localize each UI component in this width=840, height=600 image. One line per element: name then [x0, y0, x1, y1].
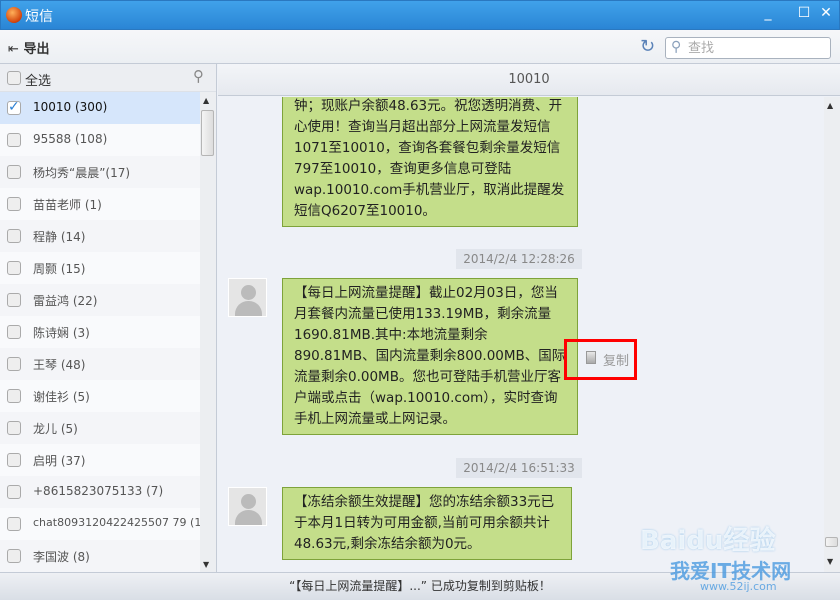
close-button[interactable]: ✕ — [817, 5, 835, 23]
minimize-button[interactable]: _ — [759, 5, 777, 23]
copy-label: 复制 — [603, 354, 630, 369]
contact-name: 95588 (108) — [33, 132, 108, 146]
contact-name: 周颢 (15) — [33, 262, 86, 276]
export-button[interactable]: ⇤ 导出 — [8, 38, 49, 57]
checkbox[interactable] — [7, 357, 21, 371]
list-item[interactable]: ✓ 10010 (300) — [0, 92, 200, 124]
contact-name: 启明 (37) — [33, 454, 86, 468]
contact-name: 杨均秀“晨晨”(17) — [33, 166, 131, 180]
maximize-button[interactable]: ☐ — [795, 5, 813, 23]
list-item[interactable]: 启明 (37) — [0, 444, 200, 476]
message-text: 钟；现账户余额48.63元。祝您透明消费、开心使用！查询当月超出部分上网流量发短… — [294, 98, 565, 219]
scrollbar-thumb[interactable] — [825, 537, 838, 547]
select-all-row[interactable]: 全选 ⚲ — [0, 64, 216, 92]
conversation-sidebar: 全选 ⚲ ✓ 10010 (300) 95588 (108) 杨均秀“晨晨”(17… — [0, 64, 217, 572]
contact-name: chat8093120422425507 79 (1) — [33, 516, 206, 529]
list-item[interactable]: 杨均秀“晨晨”(17) — [0, 156, 200, 188]
document-icon — [586, 351, 596, 364]
contact-name: 王琴 (48) — [33, 358, 86, 372]
status-bar: “【每日上网流量提醒】...” 已成功复制到剪贴板！ — [0, 572, 840, 600]
search-icon: ⚲ — [671, 39, 682, 55]
checkbox[interactable] — [7, 421, 21, 435]
refresh-icon[interactable]: ↻ — [640, 36, 655, 57]
checkbox[interactable] — [7, 133, 21, 147]
checkbox[interactable] — [7, 389, 21, 403]
scroll-up-icon[interactable]: ▲ — [203, 96, 209, 105]
contact-name: 龙儿 (5) — [33, 422, 78, 436]
checkbox[interactable] — [7, 261, 21, 275]
copy-button[interactable]: 复制 — [564, 339, 637, 380]
list-item[interactable]: 陈诗娴 (3) — [0, 316, 200, 348]
list-item[interactable]: chat8093120422425507 79 (1) — [0, 508, 206, 540]
checkbox[interactable] — [7, 197, 21, 211]
contact-name: 程静 (14) — [33, 230, 86, 244]
contact-name: 10010 (300) — [33, 100, 108, 114]
scroll-down-icon[interactable]: ▼ — [827, 557, 833, 566]
list-item[interactable]: 苗苗老师 (1) — [0, 188, 200, 220]
list-item[interactable]: 王琴 (48) — [0, 348, 200, 380]
list-item[interactable]: 李国波 (8) — [0, 540, 200, 572]
contact-name: +8615823075133 (7) — [33, 484, 164, 498]
toolbar: ⇤ 导出 ↻ ⚲ — [0, 30, 840, 64]
timestamp: 2014/2/4 12:28:26 — [456, 249, 582, 269]
contact-name: 苗苗老师 (1) — [33, 198, 102, 212]
app-logo-icon — [6, 7, 22, 23]
conversation-list: ✓ 10010 (300) 95588 (108) 杨均秀“晨晨”(17) 苗苗老… — [0, 92, 206, 572]
search-box[interactable]: ⚲ — [665, 37, 831, 59]
list-item[interactable]: 周颢 (15) — [0, 252, 200, 284]
message-bubble[interactable]: 【冻结余额生效提醒】您的冻结余额33元已于本月1日转为可用金额,当前可用余额共计… — [282, 487, 572, 560]
export-icon: ⇤ — [8, 42, 19, 57]
list-item[interactable]: 谢佳衫 (5) — [0, 380, 200, 412]
status-text: “【每日上网流量提醒】...” 已成功复制到剪贴板！ — [289, 579, 551, 593]
list-item[interactable]: +8615823075133 (7) — [0, 476, 200, 508]
chat-scrollbar[interactable]: ▲ ▼ — [824, 97, 840, 572]
contact-name: 李国波 (8) — [33, 550, 90, 564]
search-input[interactable] — [688, 40, 826, 55]
checkbox[interactable] — [7, 485, 21, 499]
checkbox-checked[interactable]: ✓ — [7, 100, 21, 115]
scrollbar-thumb[interactable] — [201, 110, 214, 156]
select-all-checkbox[interactable] — [7, 71, 21, 85]
scroll-down-icon[interactable]: ▼ — [203, 560, 209, 569]
conversation-header: 10010 — [218, 64, 840, 96]
title-bar: 短信 _ ☐ ✕ — [0, 0, 840, 30]
message-text: 【冻结余额生效提醒】您的冻结余额33元已于本月1日转为可用金额,当前可用余额共计… — [294, 494, 555, 552]
sidebar-scrollbar[interactable]: ▲ ▼ — [200, 92, 216, 572]
list-item[interactable]: 龙儿 (5) — [0, 412, 200, 444]
checkbox[interactable] — [7, 229, 21, 243]
contact-name: 陈诗娴 (3) — [33, 326, 90, 340]
list-item[interactable]: 95588 (108) — [0, 124, 200, 156]
message-text: 【每日上网流量提醒】截止02月03日，您当月套餐内流量已使用133.19MB，剩… — [294, 285, 566, 427]
contact-name: 雷益鸿 (22) — [33, 294, 98, 308]
window-title: 短信 — [25, 9, 53, 25]
list-item[interactable]: 雷益鸿 (22) — [0, 284, 200, 316]
scroll-up-icon[interactable]: ▲ — [827, 101, 833, 110]
select-all-label: 全选 — [25, 74, 52, 89]
message-area: 钟；现账户余额48.63元。祝您透明消费、开心使用！查询当月超出部分上网流量发短… — [218, 97, 840, 572]
message-bubble[interactable]: 【每日上网流量提醒】截止02月03日，您当月套餐内流量已使用133.19MB，剩… — [282, 278, 578, 435]
checkbox[interactable] — [7, 517, 21, 531]
checkbox[interactable] — [7, 325, 21, 339]
checkbox[interactable] — [7, 549, 21, 563]
avatar — [228, 487, 267, 526]
timestamp: 2014/2/4 16:51:33 — [456, 458, 582, 478]
contact-name: 谢佳衫 (5) — [33, 390, 90, 404]
checkbox[interactable] — [7, 165, 21, 179]
checkbox[interactable] — [7, 293, 21, 307]
message-bubble[interactable]: 钟；现账户余额48.63元。祝您透明消费、开心使用！查询当月超出部分上网流量发短… — [282, 97, 578, 227]
export-label: 导出 — [23, 42, 50, 57]
list-item[interactable]: 程静 (14) — [0, 220, 200, 252]
checkbox[interactable] — [7, 453, 21, 467]
avatar — [228, 278, 267, 317]
search-icon[interactable]: ⚲ — [193, 67, 204, 85]
